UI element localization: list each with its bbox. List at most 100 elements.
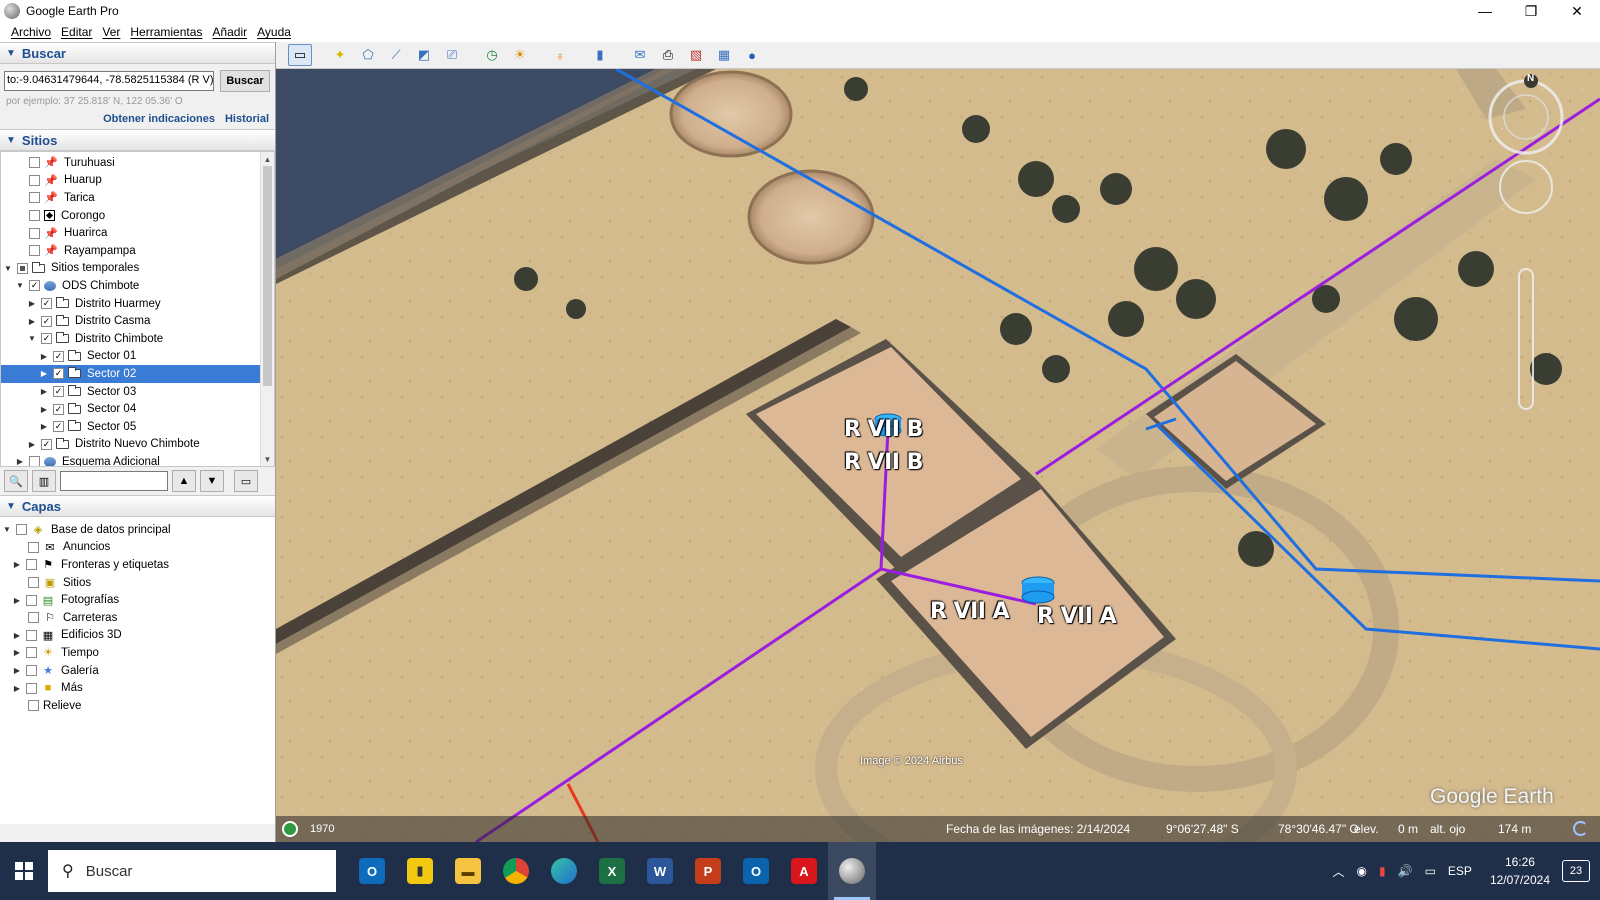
file-explorer-icon[interactable]: ▬ — [444, 842, 492, 900]
notifications-badge[interactable]: 23 — [1562, 860, 1590, 882]
add-placemark-icon[interactable]: ✦ — [328, 44, 352, 66]
chrome-icon[interactable] — [492, 842, 540, 900]
placemark-label[interactable]: R VII A — [1037, 604, 1117, 629]
checkbox[interactable] — [26, 682, 37, 694]
expand-arrow-icon[interactable]: ▶ — [15, 457, 25, 466]
expand-arrow-icon[interactable]: ▶ — [12, 648, 22, 657]
places-item-turuhuasi[interactable]: 📌 Turuhuasi — [1, 154, 274, 172]
get-directions-link[interactable]: Obtener indicaciones — [103, 113, 215, 125]
places-item-distrito-casma[interactable]: ▶ Distrito Casma — [1, 312, 274, 330]
checkbox[interactable] — [29, 280, 40, 292]
checkbox[interactable] — [28, 577, 39, 589]
map-view[interactable]: R VII B R VII B R VII A R VII A N Image … — [276, 69, 1600, 842]
reservoir-marker-icon[interactable] — [1021, 576, 1055, 604]
checkbox[interactable] — [26, 629, 37, 641]
minimize-button[interactable]: — — [1462, 0, 1508, 22]
layer-item-fotografias[interactable]: ▶ ▤ Fotografías — [0, 591, 275, 609]
volume-icon[interactable]: 🔊 — [1398, 864, 1413, 878]
checkbox[interactable] — [29, 157, 40, 169]
menu-anadir[interactable]: Añadir — [212, 25, 247, 39]
checkbox[interactable] — [29, 174, 40, 186]
search-input[interactable]: to:-9.04631479644, -78.5825115384 (R V) — [4, 71, 214, 91]
expand-arrow-icon[interactable]: ▶ — [39, 369, 49, 378]
search-icon[interactable]: 🔍 — [4, 470, 28, 492]
places-item-distrito-nuevo-chimbote[interactable]: ▶ Distrito Nuevo Chimbote — [1, 436, 274, 454]
checkbox[interactable] — [53, 368, 64, 380]
power-bi-icon[interactable]: ▮ — [396, 842, 444, 900]
checkbox[interactable] — [29, 456, 40, 466]
add-path-icon[interactable]: ⟋ — [384, 44, 408, 66]
checkbox[interactable] — [26, 594, 37, 606]
checkbox[interactable] — [29, 192, 40, 204]
layer-item-tiempo[interactable]: ▶ ☀ Tiempo — [0, 644, 275, 662]
chevron-up-icon[interactable]: ︿ — [1333, 863, 1345, 880]
maximize-button[interactable]: ❐ — [1508, 0, 1554, 22]
menu-ver[interactable]: Ver — [102, 25, 120, 39]
network-icon[interactable]: ▭ — [1425, 864, 1436, 878]
battery-icon[interactable]: ▮ — [1379, 864, 1386, 878]
places-item-sector-03[interactable]: ▶ Sector 03 — [1, 383, 274, 401]
checkbox[interactable] — [26, 665, 37, 677]
scroll-down-icon[interactable]: ▼ — [261, 452, 274, 466]
checkbox[interactable] — [29, 245, 40, 257]
ruler-icon[interactable]: ▮ — [588, 44, 612, 66]
expand-arrow-icon[interactable]: ▶ — [27, 440, 37, 449]
imagery-year[interactable]: 1970 — [310, 823, 334, 835]
add-folder-icon[interactable]: ▭ — [234, 470, 258, 492]
move-down-icon[interactable]: ▼ — [200, 470, 224, 492]
places-item-sector-05[interactable]: ▶ Sector 05 — [1, 418, 274, 436]
checkbox[interactable] — [26, 647, 37, 659]
compass-north-icon[interactable]: N — [1527, 73, 1537, 87]
panel-toggle-icon[interactable]: ▥ — [32, 470, 56, 492]
outlook-icon[interactable]: O — [732, 842, 780, 900]
placemark-label[interactable]: R VII B — [844, 450, 923, 475]
checkbox[interactable] — [29, 210, 40, 222]
menu-editar[interactable]: Editar — [61, 25, 92, 39]
search-button[interactable]: Buscar — [220, 70, 270, 92]
layer-item-fronteras[interactable]: ▶ ⚑ Fronteras y etiquetas — [0, 556, 275, 574]
checkbox[interactable] — [53, 386, 64, 398]
sidebar-toggle-icon[interactable]: ▭ — [288, 44, 312, 66]
places-item-esquema-adicional[interactable]: ▶ Esquema Adicional — [1, 453, 274, 466]
checkbox[interactable] — [53, 421, 64, 433]
places-item-rayampampa[interactable]: 📌 Rayampampa — [1, 242, 274, 260]
checkbox[interactable] — [16, 524, 27, 536]
outlook-new-icon[interactable]: O — [348, 842, 396, 900]
search-panel-header[interactable]: ▼ Buscar — [0, 42, 275, 64]
checkbox[interactable] — [41, 438, 52, 450]
historical-imagery-icon[interactable]: ◷ — [480, 44, 504, 66]
placemark-label[interactable]: R VII B — [844, 417, 923, 442]
checkbox[interactable] — [53, 350, 64, 362]
places-item-huarirca[interactable]: 📌 Huarirca — [1, 224, 274, 242]
places-item-corongo[interactable]: Corongo — [1, 207, 274, 225]
expand-arrow-icon[interactable]: ▶ — [12, 631, 22, 640]
places-item-ods-chimbote[interactable]: ▼ ODS Chimbote — [1, 277, 274, 295]
acrobat-icon[interactable]: A — [780, 842, 828, 900]
powerpoint-icon[interactable]: P — [684, 842, 732, 900]
collapse-arrow-icon[interactable]: ▼ — [15, 281, 25, 290]
earth-globe-icon[interactable]: ● — [740, 44, 764, 66]
edge-icon[interactable] — [540, 842, 588, 900]
layer-item-sitios[interactable]: ▣ Sitios — [0, 574, 275, 592]
layer-item-carreteras[interactable]: ⚐ Carreteras — [0, 609, 275, 627]
taskbar-search[interactable]: ⚲ Buscar — [48, 850, 336, 892]
word-icon[interactable]: W — [636, 842, 684, 900]
collapse-arrow-icon[interactable]: ▼ — [3, 264, 13, 273]
historical-imagery-icon[interactable] — [282, 821, 298, 837]
meet-now-icon[interactable]: ◉ — [1357, 864, 1367, 878]
add-polygon-icon[interactable]: ⬠ — [356, 44, 380, 66]
places-item-huarup[interactable]: 📌 Huarup — [1, 172, 274, 190]
layer-item-galeria[interactable]: ▶ ★ Galería — [0, 662, 275, 680]
scroll-up-icon[interactable]: ▲ — [261, 152, 274, 166]
places-filter-input[interactable] — [60, 471, 168, 491]
email-icon[interactable]: ✉ — [628, 44, 652, 66]
checkbox[interactable] — [28, 612, 39, 624]
google-earth-icon[interactable] — [828, 842, 876, 900]
print-icon[interactable]: ⎙ — [656, 44, 680, 66]
expand-arrow-icon[interactable]: ▶ — [39, 405, 49, 414]
checkbox[interactable] — [41, 298, 52, 310]
expand-arrow-icon[interactable]: ▶ — [12, 666, 22, 675]
close-button[interactable]: ✕ — [1554, 0, 1600, 22]
planet-switch-icon[interactable]: ♁ — [548, 44, 572, 66]
placemark-label[interactable]: R VII A — [930, 599, 1010, 624]
